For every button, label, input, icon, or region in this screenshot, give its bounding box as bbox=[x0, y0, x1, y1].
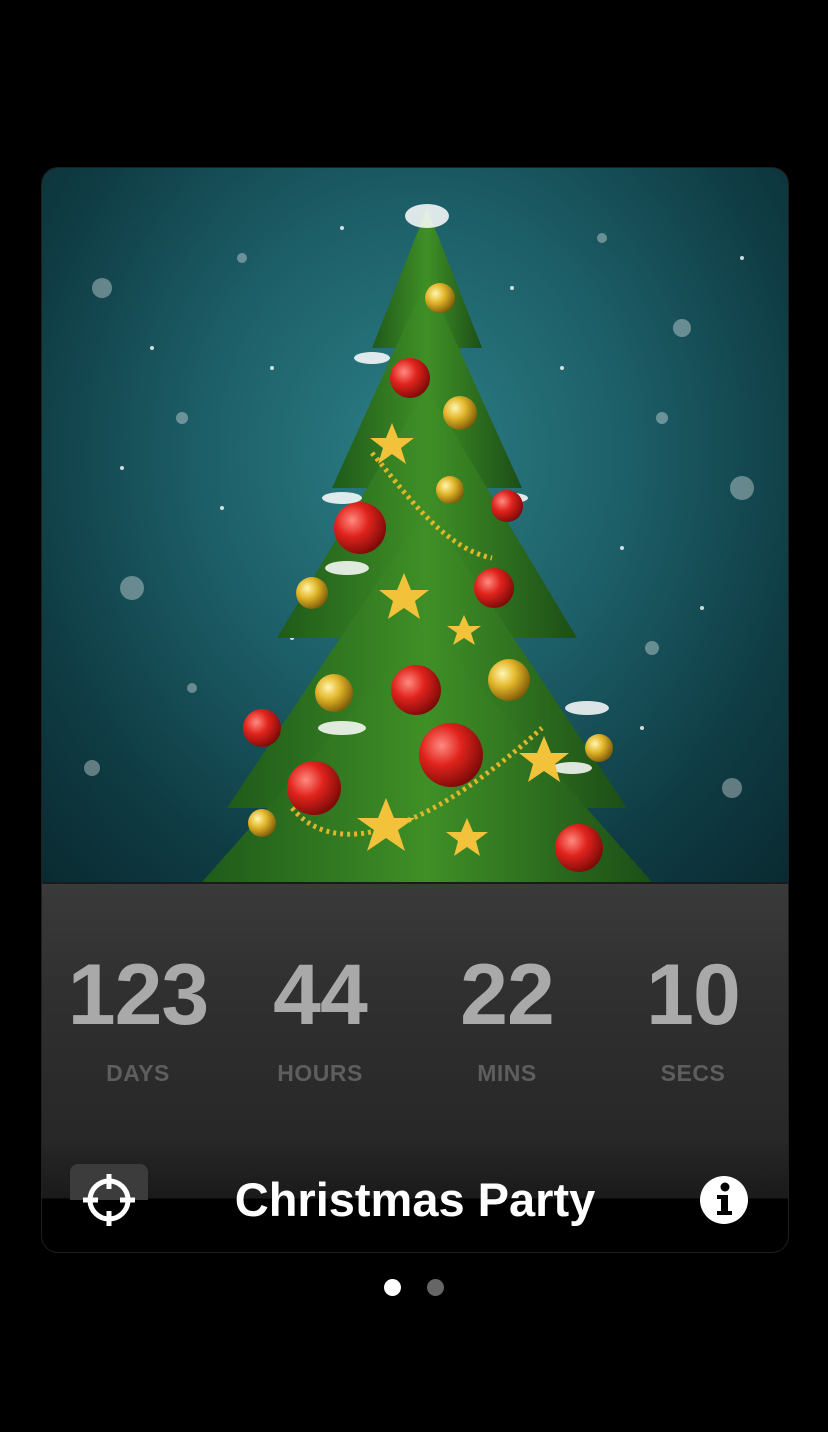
hours-value: 44 bbox=[273, 947, 368, 1043]
page-dot-2[interactable] bbox=[427, 1279, 445, 1296]
page-indicator[interactable] bbox=[0, 1279, 828, 1299]
days-value: 123 bbox=[67, 947, 210, 1043]
countdown-hours: 44 HOURS bbox=[227, 884, 413, 1146]
secs-label: SECS bbox=[660, 1060, 726, 1086]
countdown-panel: 123 DAYS 44 HOURS 22 MINS 10 SECS bbox=[42, 882, 788, 1146]
countdown-secs: 10 SECS bbox=[600, 884, 786, 1146]
crosshair-button[interactable] bbox=[70, 1164, 150, 1234]
countdown-days: 123 DAYS bbox=[45, 884, 231, 1146]
secs-value: 10 bbox=[646, 947, 741, 1043]
card-toolbar: Christmas Party bbox=[42, 1144, 788, 1252]
info-button[interactable] bbox=[699, 1175, 749, 1225]
hours-label: HOURS bbox=[277, 1060, 363, 1086]
mins-value: 22 bbox=[460, 947, 555, 1043]
info-icon bbox=[700, 1176, 748, 1224]
mins-label: MINS bbox=[477, 1060, 537, 1086]
event-card[interactable]: 123 DAYS 44 HOURS 22 MINS 10 SECS Christ… bbox=[42, 168, 788, 1252]
days-label: DAYS bbox=[106, 1060, 170, 1086]
page-dot-1[interactable] bbox=[383, 1279, 401, 1296]
countdown-mins: 22 MINS bbox=[414, 884, 600, 1146]
crosshair-icon bbox=[83, 1174, 135, 1226]
event-photo bbox=[42, 168, 788, 882]
event-title: Christmas Party bbox=[234, 1173, 596, 1226]
christmas-tree-image bbox=[84, 204, 754, 882]
